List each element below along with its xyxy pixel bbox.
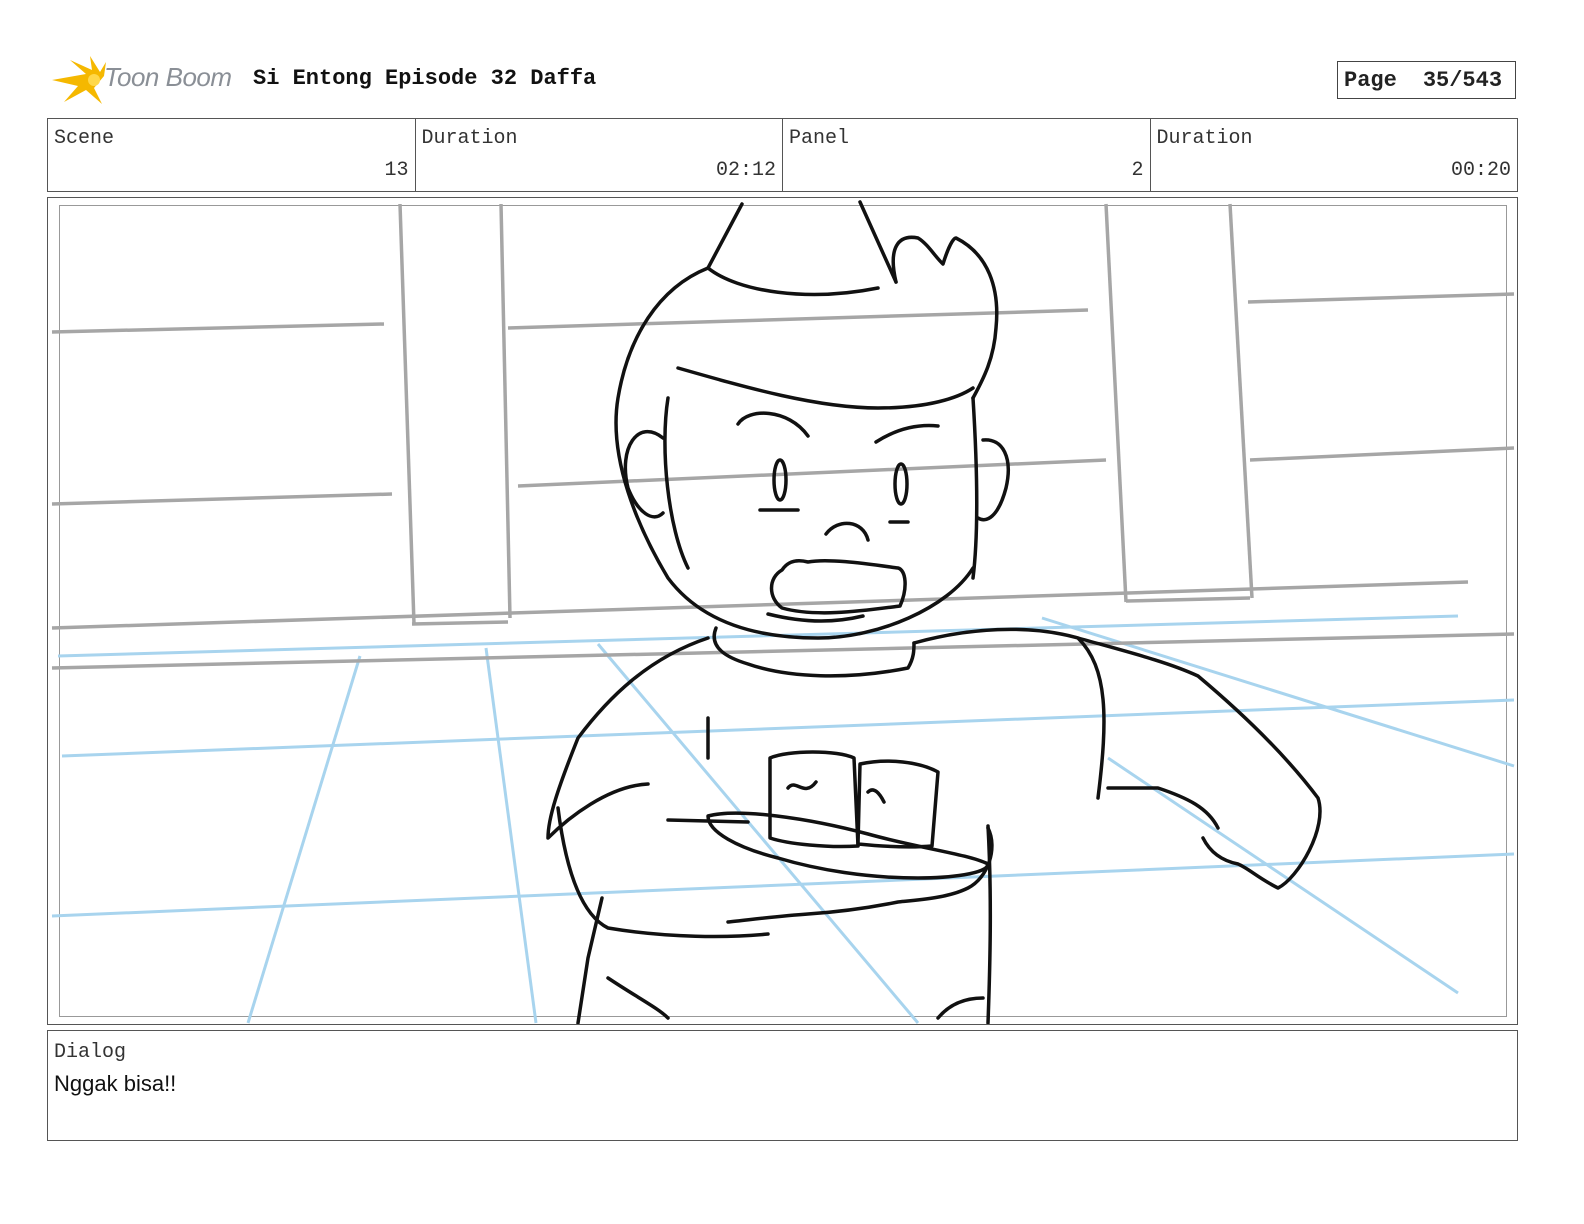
panel-sketch [51, 200, 1515, 1024]
document-title: Si Entong Episode 32 Daffa [253, 66, 597, 91]
scene-label: Scene [54, 127, 115, 150]
scene-duration-value: 02:12 [715, 159, 776, 182]
dialog-box: Dialog Nggak bisa!! [47, 1030, 1518, 1141]
storyboard-panel [47, 197, 1518, 1025]
logo-wordmark: Toon Boom [104, 62, 232, 92]
character-sketch [546, 200, 1322, 1024]
panel-duration-label: Duration [1156, 127, 1253, 150]
page-number: 35/543 [1422, 67, 1503, 93]
panel-info-row: Scene 13 Duration 02:12 Panel 2 Duration… [47, 118, 1518, 192]
scene-value: 13 [384, 159, 409, 182]
panel-duration-value: 00:20 [1450, 159, 1511, 182]
page-indicator: Page 35/543 [1337, 61, 1516, 99]
panel-value: 2 [1131, 159, 1144, 182]
panel-cell: Panel 2 [783, 119, 1151, 191]
page-label: Page [1344, 67, 1397, 93]
scene-duration-cell: Duration 02:12 [416, 119, 783, 191]
scene-duration-label: Duration [421, 127, 518, 150]
dialog-text: Nggak bisa!! [54, 1071, 177, 1096]
wall-lines [51, 203, 1515, 670]
panel-label: Panel [789, 127, 850, 150]
dialog-label: Dialog [54, 1041, 127, 1064]
floor-lines [51, 614, 1515, 1024]
panel-duration-cell: Duration 00:20 [1151, 119, 1518, 191]
scene-cell: Scene 13 [48, 119, 416, 191]
